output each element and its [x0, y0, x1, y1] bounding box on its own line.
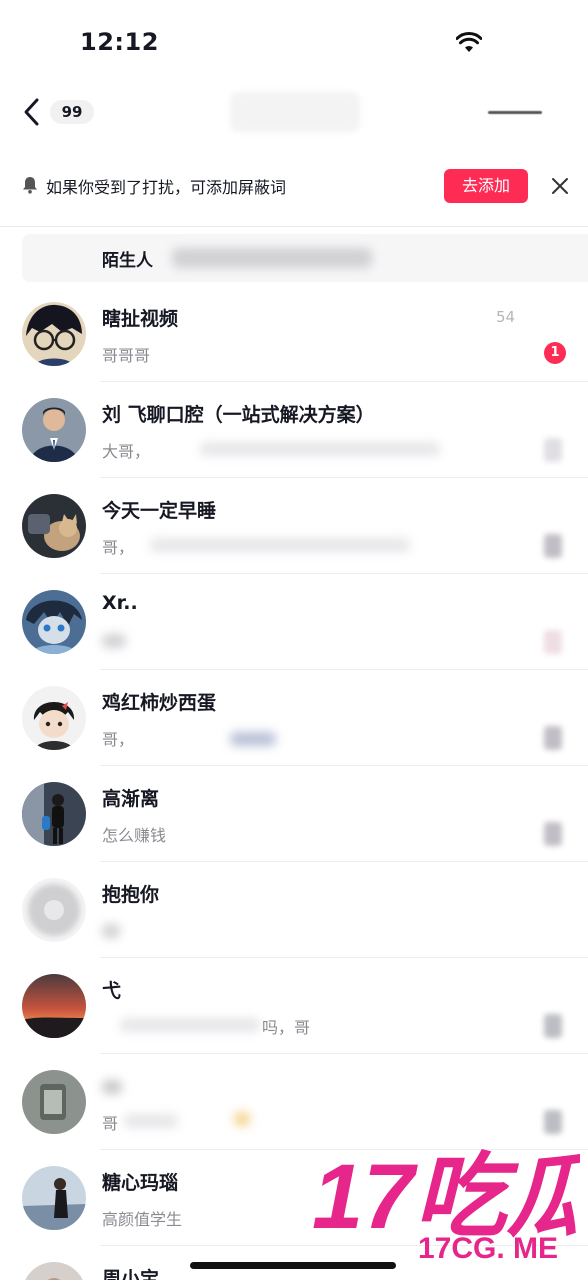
blurred-content	[102, 924, 120, 938]
message-preview: 哥哥哥	[102, 346, 151, 365]
contact-name: 瞎扯视频	[102, 308, 179, 330]
contact-name: 弋	[102, 980, 122, 1002]
conversation-item[interactable]: 刘 飞聊口腔（一站式解决方案） 大哥，	[0, 382, 588, 478]
bell-icon	[23, 177, 37, 194]
contact-name: 刘 飞聊口腔（一站式解决方案）	[102, 404, 375, 426]
avatar	[22, 1070, 86, 1134]
message-preview: 哥，	[102, 730, 135, 749]
blurred-thumbnail	[544, 1014, 562, 1038]
watermark-url: 17CG. ME	[418, 1232, 558, 1260]
blurred-thumbnail	[544, 822, 562, 846]
blurred-thumbnail	[544, 1110, 562, 1134]
blurred-thumbnail	[544, 630, 562, 654]
stranger-blurred-text	[172, 248, 372, 268]
notice-bar: 如果你受到了打扰，可添加屏蔽词 去添加	[0, 160, 588, 212]
blurred-content	[124, 1114, 178, 1128]
avatar	[22, 686, 86, 750]
avatar	[22, 1166, 86, 1230]
home-indicator	[190, 1262, 396, 1269]
contact-name: 周小宝	[102, 1268, 160, 1280]
avatar	[22, 974, 86, 1038]
conversation-item[interactable]: 今天一定早睡 哥，	[0, 478, 588, 574]
nav-bar: 99	[0, 84, 588, 140]
watermark-logo: 17吃瓜 17CG. ME	[312, 1148, 580, 1260]
status-bar: 12:12	[0, 0, 588, 80]
contact-name: 抱抱你	[102, 884, 160, 906]
nav-title	[230, 92, 360, 132]
conversation-item[interactable]: 鸡红柿炒西蛋 哥，	[0, 670, 588, 766]
conversation-item[interactable]: 哥	[0, 1054, 588, 1150]
blurred-content	[230, 732, 276, 746]
divider	[0, 226, 588, 227]
blurred-content	[200, 442, 440, 456]
contact-name: 糖心玛瑙	[102, 1172, 179, 1194]
blurred-content	[120, 1018, 260, 1032]
chat-list-screen: 12:12 99 如果你受到了打扰，可添加屏蔽词 去添加 陌生人 瞎扯视频 哥哥…	[0, 0, 588, 1280]
unread-badge: 1	[544, 342, 566, 364]
blurred-content	[102, 634, 126, 648]
back-arrow-icon[interactable]	[18, 94, 46, 130]
message-preview: 哥	[102, 1114, 119, 1133]
wifi-icon	[456, 32, 482, 52]
stranger-label: 陌生人	[102, 251, 153, 271]
conversation-item[interactable]: 弋 吗，哥	[0, 958, 588, 1054]
contact-name: 鸡红柿炒西蛋	[102, 692, 217, 714]
add-block-words-button[interactable]: 去添加	[444, 169, 528, 203]
close-icon[interactable]	[548, 174, 572, 198]
conversation-item[interactable]: Xr..	[0, 574, 588, 670]
message-preview: 怎么赚钱	[102, 826, 167, 845]
contact-name: Xr..	[102, 592, 138, 614]
avatar	[22, 302, 86, 366]
message-preview: 吗，哥	[262, 1018, 311, 1037]
message-preview: 高颜值学生	[102, 1210, 183, 1229]
message-preview: 大哥，	[102, 442, 151, 461]
avatar	[22, 398, 86, 462]
more-options-icon[interactable]	[484, 104, 558, 120]
notice-text: 如果你受到了打扰，可添加屏蔽词	[46, 178, 287, 197]
status-time: 12:12	[80, 28, 159, 56]
contact-name: 高渐离	[102, 788, 160, 810]
conversation-item[interactable]: 高渐离 怎么赚钱	[0, 766, 588, 862]
avatar	[22, 590, 86, 654]
conversation-item[interactable]: 抱抱你	[0, 862, 588, 958]
blurred-thumbnail	[544, 438, 562, 462]
unread-count-badge: 99	[50, 100, 94, 124]
contact-name: 今天一定早睡	[102, 500, 217, 522]
avatar	[22, 494, 86, 558]
blurred-thumbnail	[544, 726, 562, 750]
blurred-emoji	[234, 1112, 250, 1126]
blurred-content	[150, 538, 410, 552]
avatar	[22, 782, 86, 846]
avatar	[22, 1262, 86, 1280]
conversation-item[interactable]: 瞎扯视频 哥哥哥 54 1	[0, 286, 588, 382]
blurred-name	[102, 1080, 122, 1094]
avatar	[22, 878, 86, 942]
message-preview: 哥，	[102, 538, 135, 557]
message-time: 54	[496, 308, 516, 326]
blurred-thumbnail	[544, 534, 562, 558]
stranger-messages-banner[interactable]: 陌生人	[22, 234, 588, 282]
